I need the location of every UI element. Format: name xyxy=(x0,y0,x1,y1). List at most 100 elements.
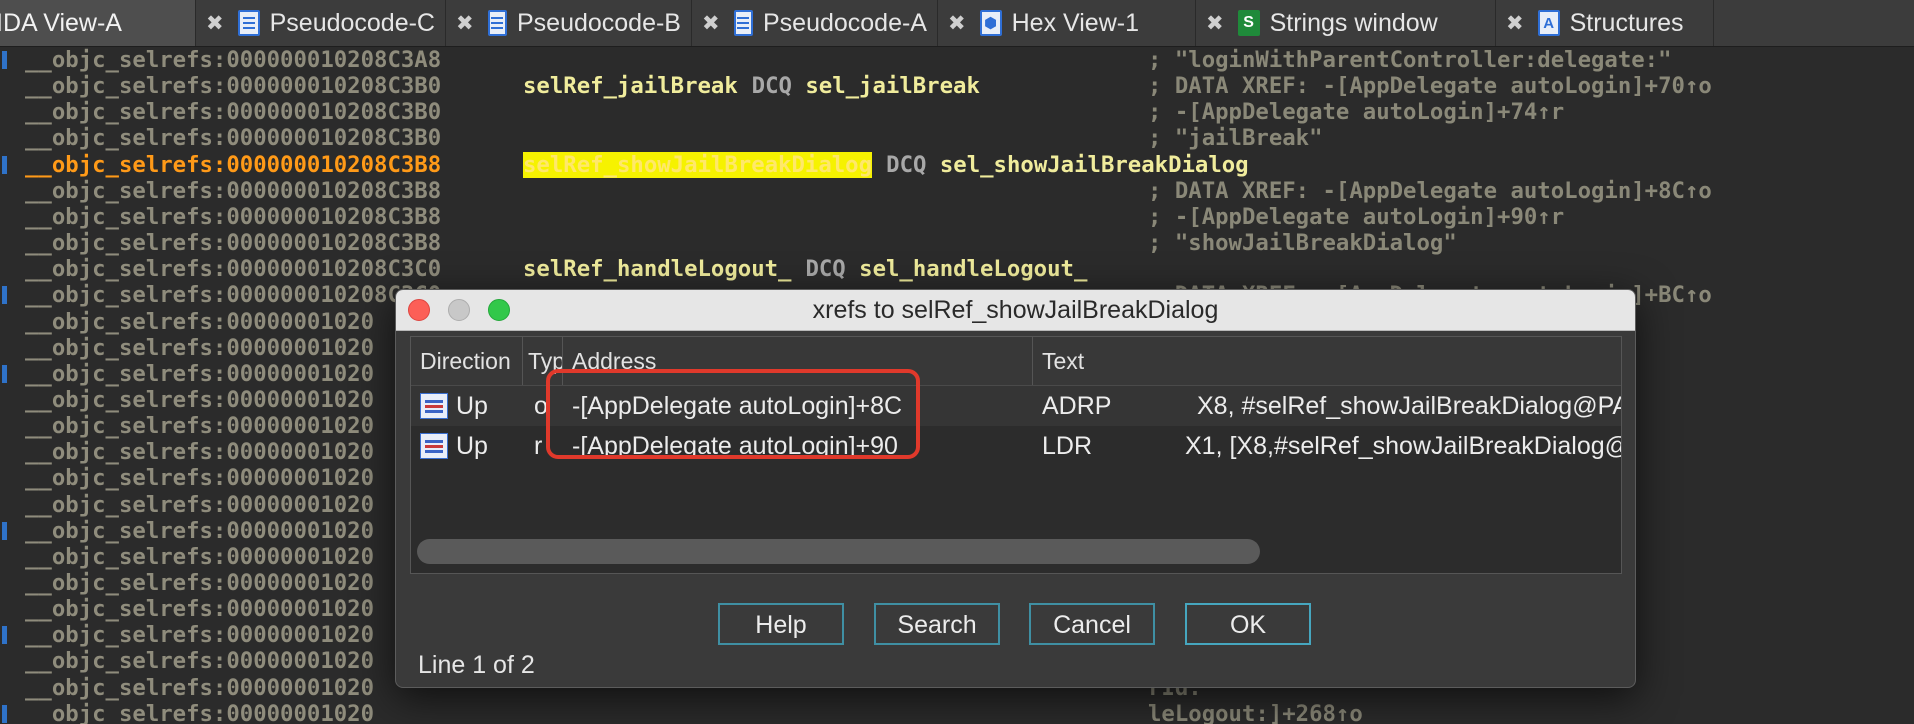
close-tab-icon[interactable]: ✖ xyxy=(1506,11,1524,36)
gutter-marker xyxy=(2,51,7,69)
segment-address: __objc_selrefs:00000001020 xyxy=(25,439,375,466)
directive: DCQ xyxy=(886,151,927,178)
segment-address: __objc_selrefs:00000001020 xyxy=(25,491,375,518)
comment: leLogout:]+268↑o xyxy=(1148,700,1363,724)
table-row[interactable]: Up o -[AppDelegate autoLogin]+8C ADRP X8… xyxy=(411,386,1621,426)
listing-line[interactable]: __objc_selrefs:00000001020 leLogout:]+268… xyxy=(0,701,1914,724)
strings-icon: S xyxy=(1237,10,1260,36)
segment-address: __objc_selrefs:000000010208C3B8 xyxy=(25,203,442,230)
tab-structures[interactable]: ✖ A Structures xyxy=(1496,0,1714,46)
segment-address: __objc_selrefs:00000001020 xyxy=(25,517,375,544)
listing-line[interactable]: __objc_selrefs:000000010208C3B8 ; DATA XR… xyxy=(0,178,1914,204)
tab-pseudocode-a[interactable]: ✖ Pseudocode-A xyxy=(692,0,938,46)
instruction-operand: DCQ sel_jailBreak xyxy=(752,73,980,99)
comment: ; "loginWithParentController:delegate:" xyxy=(1148,47,1672,73)
segment-address: __objc_selrefs:00000001020 xyxy=(25,543,375,570)
hex-view-icon xyxy=(979,10,1002,36)
tab-pseudocode-b[interactable]: ✖ Pseudocode-B xyxy=(446,0,692,46)
status-text: Line 1 of 2 xyxy=(418,651,535,679)
tab-label: Hex View-1 xyxy=(1011,8,1139,37)
segment-address: __objc_selrefs:00000001020 xyxy=(25,360,375,387)
pseudocode-icon xyxy=(487,10,507,36)
dialog-titlebar[interactable]: xrefs to selRef_showJailBreakDialog xyxy=(396,290,1635,331)
segment-address: __objc_selrefs:000000010208C3B0 xyxy=(25,99,442,126)
gutter-marker xyxy=(2,286,7,305)
table-row[interactable]: Up r -[AppDelegate autoLogin]+90 LDR X1,… xyxy=(411,426,1621,466)
segment-address: __objc_selrefs:00000001020 xyxy=(25,308,375,335)
mnemonic-cell: LDR xyxy=(1042,432,1093,460)
horizontal-scrollbar[interactable] xyxy=(417,539,1260,564)
segment-address: __objc_selrefs:000000010208C3B0 xyxy=(25,125,442,152)
comment: ; -[AppDelegate autoLogin]+90↑r xyxy=(1148,203,1565,230)
listing-line[interactable]: __objc_selrefs:000000010208C3B0 selRef_ja… xyxy=(0,73,1914,99)
segment-address: __objc_selrefs:00000001020 xyxy=(25,570,375,596)
comment: ; "showJailBreakDialog" xyxy=(1148,230,1457,257)
segment-address: __objc_selrefs:000000010208C3A8 xyxy=(25,47,442,73)
operand-symbol[interactable]: sel_showJailBreakDialog xyxy=(940,152,1249,178)
operand-symbol[interactable]: sel_jailBreak xyxy=(805,73,980,99)
listing-line[interactable]: __objc_selrefs:000000010208C3B0 ; "jailBr… xyxy=(0,125,1914,151)
close-tab-icon[interactable]: ✖ xyxy=(702,11,720,36)
xrefs-table: Direction Typ Address Text Up o -[AppDel… xyxy=(410,336,1622,574)
search-button[interactable]: Search xyxy=(874,603,1000,645)
tab-label: Strings window xyxy=(1269,8,1438,37)
column-header-address[interactable]: Address xyxy=(563,337,1033,385)
directive: DCQ xyxy=(751,73,792,100)
tab-pseudocode-c[interactable]: ✖ Pseudocode-C xyxy=(196,0,446,46)
type-cell: o xyxy=(534,392,548,420)
comment: ; "jailBreak" xyxy=(1148,125,1323,152)
tab-label: IDA View-A xyxy=(0,8,122,37)
segment-address: __objc_selrefs:00000001020 xyxy=(25,413,375,440)
tab-label: Structures xyxy=(1569,8,1684,37)
tab-label: Pseudocode-C xyxy=(269,8,435,37)
tab-hex-view-1[interactable]: ✖ Hex View-1 xyxy=(938,0,1196,46)
operands-cell: X8, #selRef_showJailBreakDialog@PAGE xyxy=(1197,392,1621,420)
gutter-marker xyxy=(2,626,7,645)
segment-address: __objc_selrefs:00000001020 xyxy=(25,386,375,413)
address-cell: -[AppDelegate autoLogin]+90 xyxy=(572,432,898,460)
structures-icon: A xyxy=(1537,10,1560,36)
xrefs-dialog: xrefs to selRef_showJailBreakDialog Dire… xyxy=(395,289,1636,688)
segment-address: __objc_selrefs:00000001020 xyxy=(25,700,375,724)
symbol-label[interactable]: selRef_showJailBreakDialog xyxy=(523,151,873,178)
address-cell: -[AppDelegate autoLogin]+8C xyxy=(572,392,903,420)
column-header-text[interactable]: Text xyxy=(1033,337,1621,385)
tab-strings-window[interactable]: ✖ S Strings window xyxy=(1196,0,1496,46)
listing-line[interactable]: __objc_selrefs:000000010208C3B0 ; -[AppDe… xyxy=(0,99,1914,125)
listing-line[interactable]: __objc_selrefs:000000010208C3C0 selRef_ha… xyxy=(0,256,1914,282)
instruction-operand: DCQ sel_handleLogout_ xyxy=(805,256,1087,282)
comment: ; DATA XREF: -[AppDelegate autoLogin]+70… xyxy=(1148,73,1712,100)
close-tab-icon[interactable]: ✖ xyxy=(948,11,966,36)
comment: ; -[AppDelegate autoLogin]+74↑r xyxy=(1148,99,1565,126)
direction-cell: Up xyxy=(456,392,488,420)
operand-symbol[interactable]: sel_handleLogout_ xyxy=(859,256,1087,282)
close-tab-icon[interactable]: ✖ xyxy=(1206,11,1224,36)
column-header-direction[interactable]: Direction xyxy=(411,337,523,385)
segment-address: __objc_selrefs:00000001020 xyxy=(25,648,375,675)
close-tab-icon[interactable]: ✖ xyxy=(456,11,474,36)
cancel-button[interactable]: Cancel xyxy=(1029,603,1155,645)
ok-button[interactable]: OK xyxy=(1185,603,1311,645)
symbol-label[interactable]: selRef_jailBreak xyxy=(523,73,738,99)
listing-line[interactable]: __objc_selrefs:000000010208C3B8 selRef_sh… xyxy=(0,151,1914,178)
tab-bar: IDA View-A ✖ Pseudocode-C ✖ Pseudocode-B… xyxy=(0,0,1914,47)
pseudocode-icon xyxy=(733,10,753,36)
column-header-type[interactable]: Typ xyxy=(523,337,563,385)
instruction-operand: DCQ sel_showJailBreakDialog xyxy=(886,152,1248,178)
operands-cell: X1, [X8,#selRef_showJailBreakDialog@PAGE… xyxy=(1185,432,1621,460)
close-tab-icon[interactable]: ✖ xyxy=(206,11,224,36)
tab-label: Pseudocode-A xyxy=(762,8,927,37)
segment-address: __objc_selrefs:00000001020 xyxy=(25,596,375,623)
symbol-label[interactable]: selRef_handleLogout_ xyxy=(523,256,791,282)
segment-address: __objc_selrefs:00000001020 xyxy=(25,334,375,361)
tab-ida-view-a[interactable]: IDA View-A xyxy=(0,0,196,46)
gutter-marker xyxy=(2,364,7,383)
listing-line[interactable]: __objc_selrefs:000000010208C3A8 ; "loginW… xyxy=(0,47,1914,73)
xref-code-icon xyxy=(420,393,448,419)
segment-address: __objc_selrefs:00000001020 xyxy=(25,465,375,492)
gutter-marker xyxy=(2,521,7,540)
listing-line[interactable]: __objc_selrefs:000000010208C3B8 ; -[AppDe… xyxy=(0,204,1914,230)
listing-line[interactable]: __objc_selrefs:000000010208C3B8 ; "showJa… xyxy=(0,230,1914,256)
help-button[interactable]: Help xyxy=(718,603,844,645)
gutter-marker xyxy=(2,704,7,723)
